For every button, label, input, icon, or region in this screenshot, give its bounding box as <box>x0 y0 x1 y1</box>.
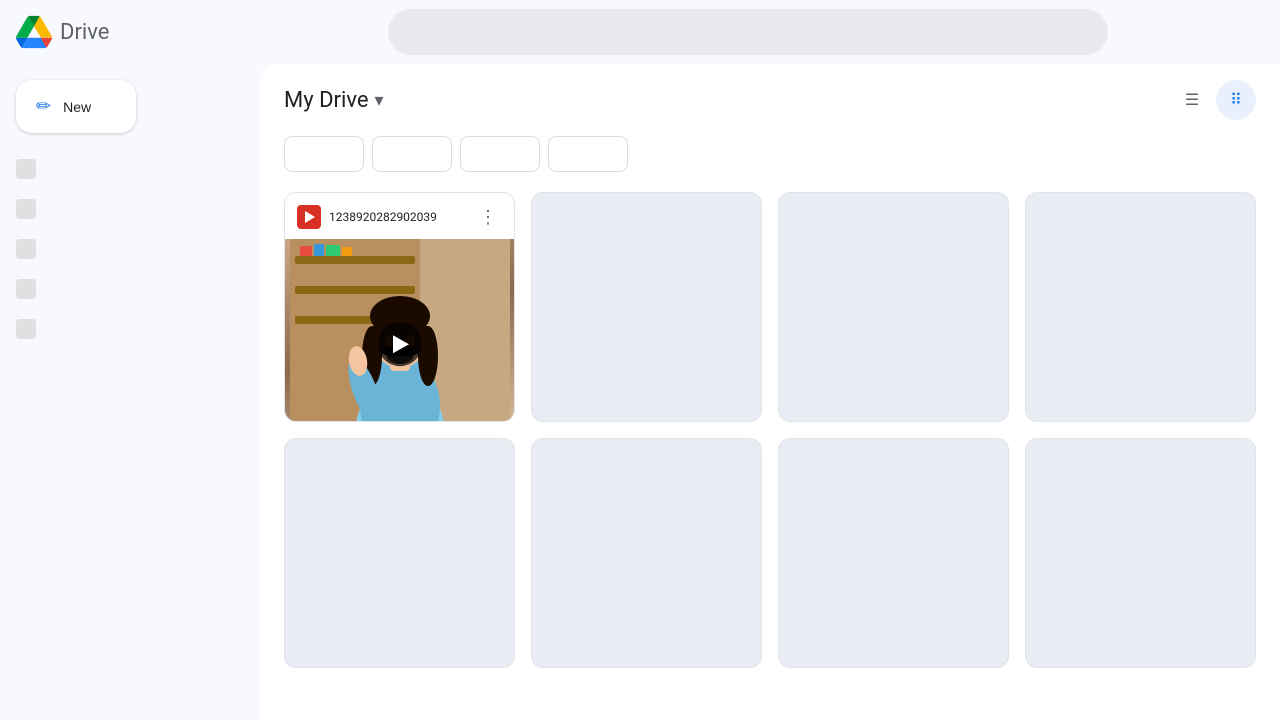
my-drive-title-area[interactable]: My Drive ▾ <box>284 88 384 113</box>
sidebar-item-1[interactable] <box>0 149 244 189</box>
sidebar-item-3[interactable] <box>0 229 244 269</box>
view-controls: ☰ ⠿ <box>1172 80 1256 120</box>
file-grid: 1238920282902039 ⋮ <box>284 192 1256 668</box>
item-header-1: 1238920282902039 ⋮ <box>285 193 514 239</box>
item-more-button-1[interactable]: ⋮ <box>474 203 502 231</box>
grid-item-5[interactable] <box>284 438 515 668</box>
logo-area: Drive <box>16 14 216 50</box>
new-button-icon: ✏ <box>36 96 51 117</box>
drive-logo-icon <box>16 14 52 50</box>
app-title: Drive <box>60 20 109 45</box>
list-view-button[interactable]: ☰ <box>1172 80 1212 120</box>
sidebar-item-icon-5 <box>16 319 36 339</box>
grid-item-7[interactable] <box>778 438 1009 668</box>
grid-item-4[interactable] <box>1025 192 1256 422</box>
new-button-label: New <box>63 99 91 115</box>
sidebar: ✏ New <box>0 64 260 720</box>
filter-chip-1[interactable] <box>284 136 364 172</box>
content-area: My Drive ▾ ☰ ⠿ <box>260 64 1280 720</box>
list-view-icon: ☰ <box>1185 90 1199 110</box>
search-bar <box>388 9 1108 55</box>
grid-item-1[interactable]: 1238920282902039 ⋮ <box>284 192 515 422</box>
sidebar-item-icon-1 <box>16 159 36 179</box>
sidebar-item-icon-2 <box>16 199 36 219</box>
filter-chip-3[interactable] <box>460 136 540 172</box>
grid-item-3[interactable] <box>778 192 1009 422</box>
video-play-triangle <box>305 211 315 223</box>
grid-item-8[interactable] <box>1025 438 1256 668</box>
item-thumbnail-1 <box>285 239 514 422</box>
content-header: My Drive ▾ ☰ ⠿ <box>284 80 1256 120</box>
page-title: My Drive <box>284 88 369 113</box>
chevron-down-icon: ▾ <box>375 90 384 111</box>
play-triangle-icon <box>393 335 409 353</box>
filter-chip-2[interactable] <box>372 136 452 172</box>
new-button[interactable]: ✏ New <box>16 80 136 133</box>
search-input-wrapper[interactable] <box>388 9 1108 55</box>
grid-item-6[interactable] <box>531 438 762 668</box>
filter-chips <box>284 136 1256 172</box>
play-button-overlay[interactable] <box>378 322 422 366</box>
filter-chip-4[interactable] <box>548 136 628 172</box>
item-name-1: 1238920282902039 <box>329 210 437 224</box>
topbar: Drive <box>0 0 1280 64</box>
item-title-row-1: 1238920282902039 <box>297 205 437 229</box>
main-layout: ✏ New My Drive ▾ ☰ <box>0 64 1280 720</box>
grid-view-icon: ⠿ <box>1230 90 1242 110</box>
sidebar-item-2[interactable] <box>0 189 244 229</box>
video-file-icon <box>297 205 321 229</box>
sidebar-item-icon-4 <box>16 279 36 299</box>
grid-view-button[interactable]: ⠿ <box>1216 80 1256 120</box>
sidebar-item-5[interactable] <box>0 309 244 349</box>
sidebar-item-icon-3 <box>16 239 36 259</box>
sidebar-item-4[interactable] <box>0 269 244 309</box>
grid-item-2[interactable] <box>531 192 762 422</box>
